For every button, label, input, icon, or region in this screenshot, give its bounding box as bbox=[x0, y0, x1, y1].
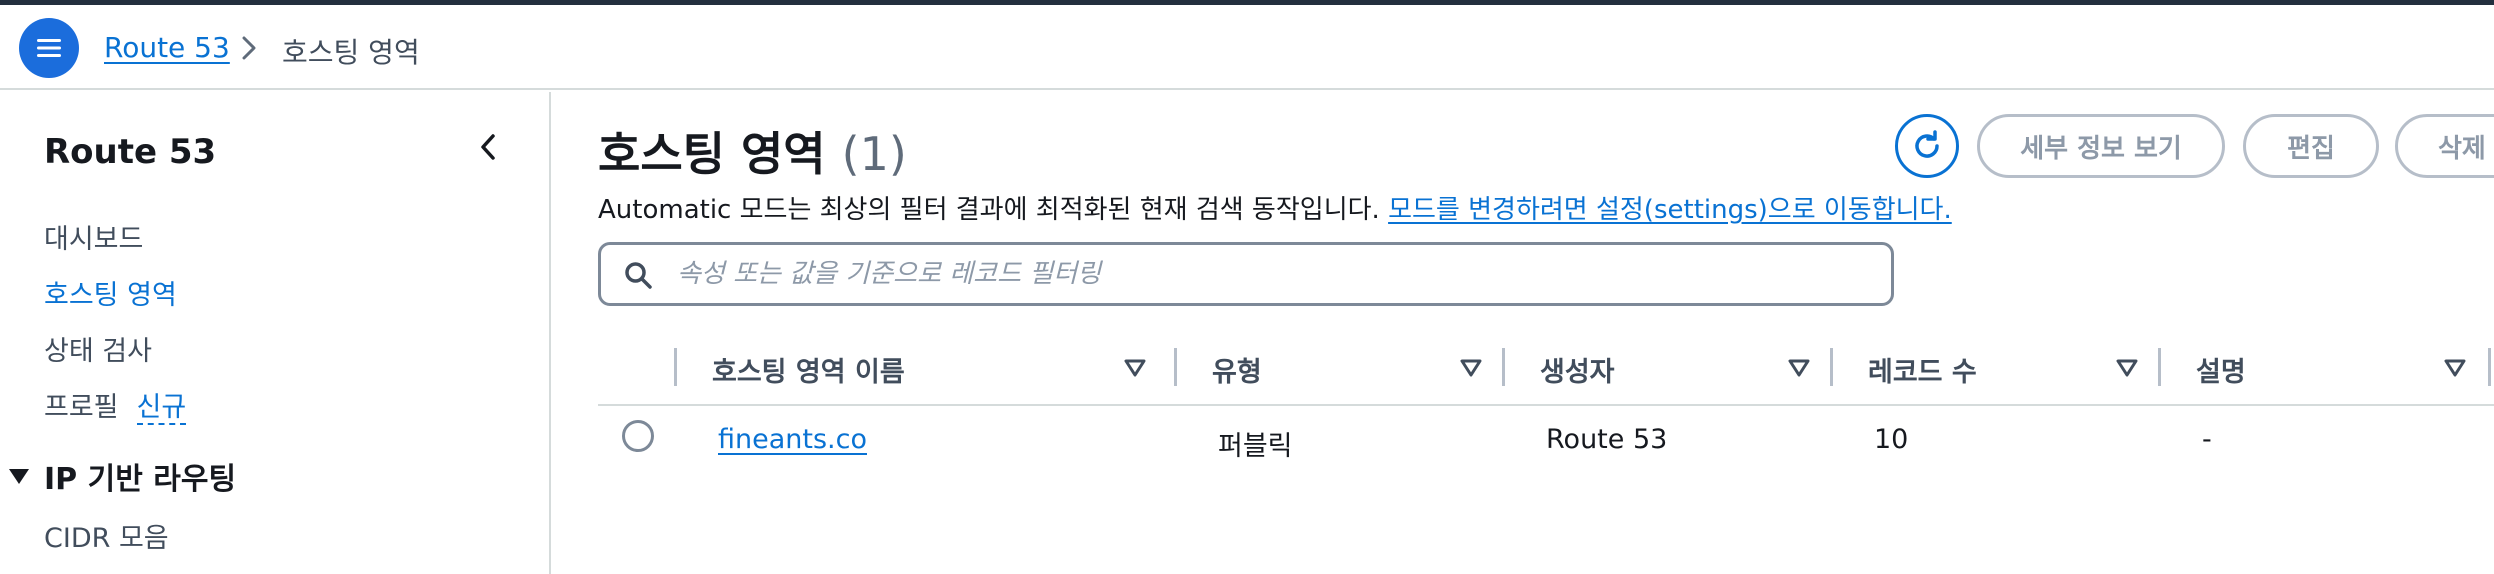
column-divider bbox=[1830, 348, 1833, 386]
sidebar-group-label: IP 기반 라우팅 bbox=[44, 462, 237, 497]
table-header: 호스팅 영역 이름 유형 생성자 레코드 수 설명 bbox=[598, 336, 2494, 406]
menu-button[interactable] bbox=[19, 18, 79, 78]
delete-button[interactable]: 삭제 bbox=[2395, 114, 2494, 178]
breadcrumb-route53-link[interactable]: Route 53 bbox=[104, 31, 230, 64]
column-header-description[interactable]: 설명 bbox=[2158, 336, 2494, 404]
sort-down-icon[interactable] bbox=[1788, 358, 1810, 378]
column-divider bbox=[2488, 348, 2491, 386]
caret-down-icon bbox=[9, 469, 29, 484]
info-text: Automatic 모드는 최상의 필터 결과에 최적화된 현재 검색 동작입니… bbox=[598, 189, 1952, 226]
sort-down-icon[interactable] bbox=[1460, 358, 1482, 378]
column-divider bbox=[2158, 348, 2161, 386]
sidebar: Route 53 대시보드 호스팅 영역 상태 검사 프로필 신규 IP 기반 라… bbox=[0, 92, 551, 574]
chevron-right-icon bbox=[242, 36, 256, 60]
refresh-button[interactable] bbox=[1895, 114, 1959, 178]
sort-down-icon[interactable] bbox=[2444, 358, 2466, 378]
column-header-label: 생성자 bbox=[1540, 357, 1615, 388]
column-header-label: 레코드 수 bbox=[1868, 357, 1977, 388]
search-icon bbox=[625, 262, 652, 289]
view-details-button[interactable]: 세부 정보 보기 bbox=[1977, 114, 2225, 178]
sidebar-item-cidr-collections[interactable]: CIDR 모음 bbox=[44, 516, 169, 555]
column-divider bbox=[674, 348, 677, 386]
cell-description: - bbox=[2202, 424, 2212, 455]
search-input[interactable] bbox=[677, 253, 1857, 295]
sidebar-group-ip-routing[interactable]: IP 기반 라우팅 bbox=[8, 454, 236, 498]
column-header-record-count[interactable]: 레코드 수 bbox=[1830, 336, 2160, 404]
row-select-radio[interactable] bbox=[622, 420, 654, 452]
menu-icon bbox=[37, 39, 61, 57]
breadcrumb-current: 호스팅 영역 bbox=[282, 36, 420, 69]
refresh-icon bbox=[1915, 130, 1939, 158]
sidebar-item-hosted-zones[interactable]: 호스팅 영역 bbox=[44, 273, 177, 312]
sidebar-item-profiles[interactable]: 프로필 신규 bbox=[44, 385, 187, 425]
sidebar-item-label: 프로필 bbox=[44, 392, 119, 423]
new-badge: 신규 bbox=[136, 392, 187, 425]
table-row[interactable]: fineants.co 퍼블릭 Route 53 10 - bbox=[598, 406, 2494, 486]
column-header-label: 유형 bbox=[1212, 357, 1262, 388]
column-header-name[interactable]: 호스팅 영역 이름 bbox=[674, 336, 1146, 404]
edit-button[interactable]: 편집 bbox=[2243, 114, 2379, 178]
cell-record-count: 10 bbox=[1874, 424, 1909, 455]
column-divider bbox=[1502, 348, 1505, 386]
sort-down-icon[interactable] bbox=[2116, 358, 2138, 378]
sidebar-item-dashboard[interactable]: 대시보드 bbox=[44, 217, 143, 256]
hosted-zone-name-link[interactable]: fineants.co bbox=[718, 424, 867, 455]
page-title-count: (1) bbox=[841, 127, 907, 181]
page-title: 호스팅 영역 (1) bbox=[598, 118, 907, 184]
sidebar-title: Route 53 bbox=[44, 132, 217, 172]
cell-created-by: Route 53 bbox=[1546, 424, 1668, 455]
settings-link[interactable]: 모드를 변경하려면 설정(settings)으로 이동합니다. bbox=[1388, 195, 1952, 225]
cell-type: 퍼블릭 bbox=[1218, 431, 1293, 462]
breadcrumb-bar: Route 53 호스팅 영역 bbox=[0, 5, 2494, 90]
sidebar-item-health-checks[interactable]: 상태 검사 bbox=[44, 329, 152, 368]
column-header-label: 호스팅 영역 이름 bbox=[712, 357, 905, 388]
column-divider bbox=[1174, 348, 1177, 386]
search-field[interactable] bbox=[598, 242, 1894, 306]
info-text-body: Automatic 모드는 최상의 필터 결과에 최적화된 현재 검색 동작입니… bbox=[598, 195, 1380, 225]
column-header-label: 설명 bbox=[2196, 357, 2246, 388]
chevron-left-icon[interactable] bbox=[474, 132, 504, 162]
sort-down-icon[interactable] bbox=[1124, 358, 1146, 378]
column-header-type[interactable]: 유형 bbox=[1174, 336, 1504, 404]
column-header-created-by[interactable]: 생성자 bbox=[1502, 336, 1832, 404]
page-title-text: 호스팅 영역 bbox=[598, 127, 826, 181]
